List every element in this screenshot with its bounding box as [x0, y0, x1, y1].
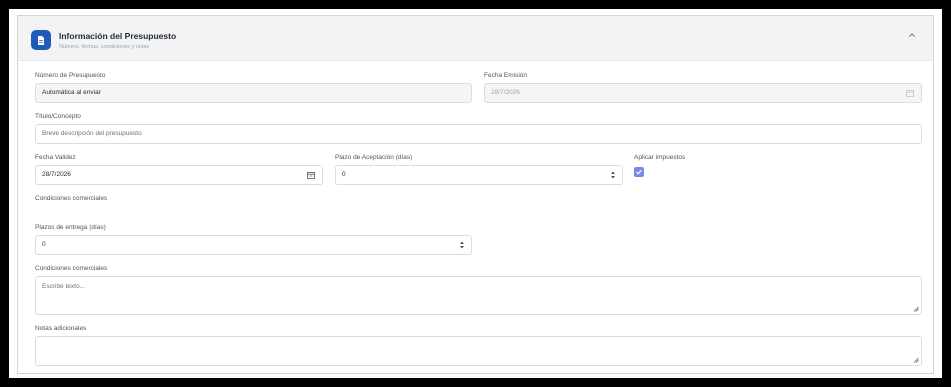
document-icon [31, 30, 51, 50]
emision-field[interactable]: 28/7/2026 [484, 83, 922, 103]
plazo-aceptacion-label: Plazo de Aceptación (días) [335, 154, 413, 161]
condiciones-placeholder: Escribe texto... [42, 283, 85, 290]
emision-value: 28/7/2026 [491, 89, 520, 96]
chevron-up-icon[interactable] [908, 32, 916, 38]
budget-info-card: Información del Presupuesto Número, fech… [17, 15, 934, 374]
condiciones-textarea[interactable]: Escribe texto... [35, 276, 922, 315]
section-subtitle: Número, fechas, condiciones y notas [59, 44, 150, 50]
validez-label: Fecha Validez [35, 154, 76, 161]
calendar-icon[interactable] [906, 89, 914, 97]
check-icon [636, 169, 642, 175]
plazo-entrega-value: 0 [42, 241, 46, 248]
section-title: Información del Presupuesto [59, 31, 177, 41]
resize-handle-icon[interactable] [913, 357, 919, 363]
window-frame: Información del Presupuesto Número, fech… [6, 6, 945, 381]
titulo-placeholder: Breve descripción del presupuesto [42, 130, 142, 137]
resize-handle-icon[interactable] [913, 306, 919, 312]
notas-label: Notas adicionales [35, 325, 87, 332]
titulo-label: Título/Concepto [35, 113, 81, 120]
validez-field[interactable]: 28/7/2026 [35, 165, 323, 185]
plazo-entrega-label: Plazos de entrega (días) [35, 224, 106, 231]
plazo-aceptacion-input[interactable]: 0 [335, 165, 623, 185]
validez-value: 28/7/2026 [42, 171, 71, 178]
stepper-icon[interactable] [459, 240, 465, 250]
plazo-entrega-input[interactable]: 0 [35, 235, 472, 255]
condiciones-label: Condiciones comerciales [35, 265, 108, 272]
calendar-icon[interactable] [307, 171, 315, 179]
emision-label: Fecha Emisión [484, 72, 527, 79]
numero-field[interactable]: Automática al enviar [35, 83, 472, 103]
impuestos-checkbox[interactable] [634, 167, 644, 177]
plazo-aceptacion-value: 0 [342, 171, 346, 178]
notas-textarea[interactable] [35, 336, 922, 366]
numero-label: Número de Presupuesto [35, 72, 106, 79]
section-header[interactable]: Información del Presupuesto Número, fech… [18, 16, 933, 61]
stepper-icon[interactable] [610, 170, 616, 180]
impuestos-label: Aplicar impuestos [634, 154, 686, 161]
condiciones-heading: Condiciones comerciales [35, 195, 108, 202]
numero-value: Automática al enviar [42, 89, 101, 96]
titulo-input[interactable]: Breve descripción del presupuesto [35, 124, 922, 144]
